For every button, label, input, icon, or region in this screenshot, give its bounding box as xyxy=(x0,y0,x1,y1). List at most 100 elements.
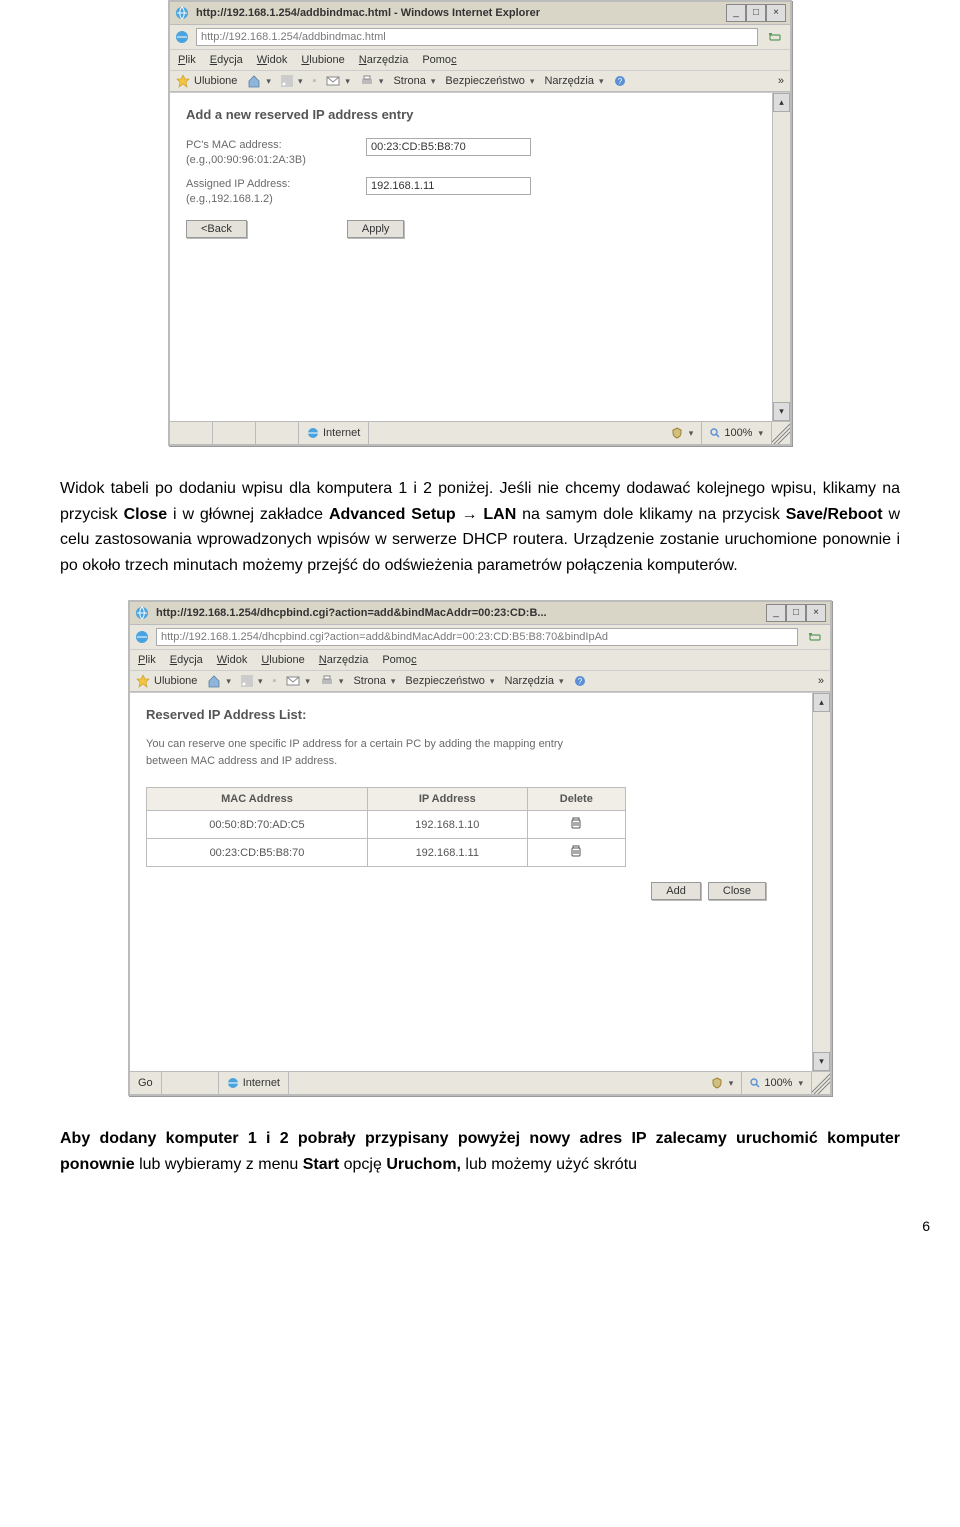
window-title: http://192.168.1.254/addbindmac.html - W… xyxy=(196,7,720,19)
cell-ip: 192.168.1.10 xyxy=(367,811,527,839)
page-number: 6 xyxy=(30,1218,930,1234)
help-button[interactable]: ? xyxy=(614,75,626,87)
tools-menu[interactable]: Narzędzia▾ xyxy=(544,75,603,87)
list-heading: Reserved IP Address List: xyxy=(146,707,796,722)
address-bar-row: http://192.168.1.254/addbindmac.html xyxy=(170,25,790,50)
ie-logo-icon xyxy=(134,605,150,621)
ie-logo-icon xyxy=(174,5,190,21)
zoom-control[interactable]: 100%▾ xyxy=(742,1072,812,1094)
print-button[interactable]: ▾ xyxy=(360,75,384,87)
ie-window-reserved-list: http://192.168.1.254/dhcpbind.cgi?action… xyxy=(128,600,832,1096)
menu-pomoc[interactable]: Pomoc xyxy=(422,54,456,66)
page-menu[interactable]: Strona▾ xyxy=(393,75,435,87)
close-window-button[interactable]: × xyxy=(806,604,826,622)
delete-row-button[interactable] xyxy=(569,849,583,861)
ip-label: Assigned IP Address: (e.g.,192.168.1.2) xyxy=(186,177,366,208)
vertical-scrollbar[interactable]: ▴ ▾ xyxy=(812,693,830,1071)
security-menu[interactable]: Bezpieczeństwo▾ xyxy=(405,675,494,687)
menu-narzedzia[interactable]: Narzędzia xyxy=(359,54,409,66)
minimize-button[interactable]: _ xyxy=(766,604,786,622)
tools-menu[interactable]: Narzędzia▾ xyxy=(504,675,563,687)
svg-text:?: ? xyxy=(617,77,622,86)
col-mac: MAC Address xyxy=(147,788,368,811)
help-button[interactable]: ? xyxy=(574,675,586,687)
document-paragraph-2: Aby dodany komputer 1 i 2 pobrały przypi… xyxy=(60,1126,900,1177)
titlebar[interactable]: http://192.168.1.254/addbindmac.html - W… xyxy=(170,2,790,25)
maximize-button[interactable]: □ xyxy=(786,604,806,622)
resize-grip[interactable] xyxy=(812,1072,830,1094)
toolbar-overflow[interactable]: » xyxy=(818,675,824,687)
menu-edycja[interactable]: Edycja xyxy=(170,654,203,666)
document-paragraph-1: Widok tabeli po dodaniu wpisu dla komput… xyxy=(60,476,900,578)
home-button[interactable]: ▾ xyxy=(207,674,231,688)
mac-input[interactable]: 00:23:CD:B5:B8:70 xyxy=(366,138,531,156)
minimize-button[interactable]: _ xyxy=(726,4,746,22)
protected-mode-icon[interactable]: ▾ xyxy=(663,422,703,444)
mail-button[interactable]: ▾ xyxy=(286,675,310,687)
menu-ulubione[interactable]: Ulubione xyxy=(301,54,344,66)
scroll-up-icon[interactable]: ▴ xyxy=(773,93,790,112)
feeds-button[interactable]: ▾ xyxy=(281,75,303,87)
vertical-scrollbar[interactable]: ▴ ▾ xyxy=(772,93,790,421)
status-bar: Go Internet ▾ 100%▾ xyxy=(130,1071,830,1094)
menu-widok[interactable]: Widok xyxy=(257,54,288,66)
address-input[interactable]: http://192.168.1.254/dhcpbind.cgi?action… xyxy=(156,628,798,646)
apply-button[interactable]: Apply xyxy=(347,220,405,238)
col-delete: Delete xyxy=(527,788,625,811)
security-menu[interactable]: Bezpieczeństwo▾ xyxy=(445,75,534,87)
content-area: Reserved IP Address List: You can reserv… xyxy=(130,693,812,1071)
svg-text:?: ? xyxy=(577,677,582,686)
status-bar: Internet ▾ 100%▾ xyxy=(170,421,790,444)
ip-input[interactable]: 192.168.1.11 xyxy=(366,177,531,195)
menu-edycja[interactable]: Edycja xyxy=(210,54,243,66)
favorites-label: Ulubione xyxy=(194,75,237,87)
toolbar: Ulubione ▾ ▾ ▪ ▾ ▾ Strona▾ Bezpieczeństw… xyxy=(170,71,790,92)
cell-mac: 00:50:8D:70:AD:C5 xyxy=(147,811,368,839)
add-button[interactable]: Add xyxy=(651,882,701,900)
resize-grip[interactable] xyxy=(772,422,790,444)
home-button[interactable]: ▾ xyxy=(247,74,271,88)
page-icon xyxy=(134,629,150,645)
protected-mode-icon[interactable]: ▾ xyxy=(703,1072,743,1094)
menu-plik[interactable]: Plik xyxy=(178,54,196,66)
mac-label: PC's MAC address: (e.g.,00:90:96:01:2A:3… xyxy=(186,138,366,169)
close-button[interactable]: Close xyxy=(708,882,766,900)
feeds-button[interactable]: ▾ xyxy=(241,675,263,687)
menu-narzedzia[interactable]: Narzędzia xyxy=(319,654,369,666)
zoom-control[interactable]: 100%▾ xyxy=(702,422,772,444)
close-window-button[interactable]: × xyxy=(766,4,786,22)
compat-view-icon[interactable] xyxy=(764,27,786,47)
cell-mac: 00:23:CD:B5:B8:70 xyxy=(147,839,368,867)
favorites-button[interactable]: Ulubione xyxy=(176,74,237,88)
table-header-row: MAC Address IP Address Delete xyxy=(147,788,626,811)
menu-widok[interactable]: Widok xyxy=(217,654,248,666)
table-row: 00:50:8D:70:AD:C5 192.168.1.10 xyxy=(147,811,626,839)
menu-bar: Plik Edycja Widok Ulubione Narzędzia Pom… xyxy=(170,50,790,71)
titlebar[interactable]: http://192.168.1.254/dhcpbind.cgi?action… xyxy=(130,602,830,625)
status-text: Go xyxy=(130,1077,161,1089)
scroll-up-icon[interactable]: ▴ xyxy=(813,693,830,712)
scroll-down-icon[interactable]: ▾ xyxy=(813,1052,830,1071)
section-heading: Add a new reserved IP address entry xyxy=(186,107,756,122)
toolbar-overflow[interactable]: » xyxy=(778,75,784,87)
content-area: Add a new reserved IP address entry PC's… xyxy=(170,93,772,421)
menu-pomoc[interactable]: Pomoc xyxy=(382,654,416,666)
compat-view-icon[interactable] xyxy=(804,627,826,647)
print-button[interactable]: ▾ xyxy=(320,675,344,687)
menu-plik[interactable]: Plik xyxy=(138,654,156,666)
address-bar-row: http://192.168.1.254/dhcpbind.cgi?action… xyxy=(130,625,830,650)
menu-ulubione[interactable]: Ulubione xyxy=(261,654,304,666)
mail-button[interactable]: ▾ xyxy=(326,75,350,87)
delete-row-button[interactable] xyxy=(569,821,583,833)
zone-indicator: Internet xyxy=(219,1072,289,1094)
back-button[interactable]: <Back xyxy=(186,220,247,238)
maximize-button[interactable]: □ xyxy=(746,4,766,22)
menu-bar: Plik Edycja Widok Ulubione Narzędzia Pom… xyxy=(130,650,830,671)
window-title: http://192.168.1.254/dhcpbind.cgi?action… xyxy=(156,607,760,619)
address-input[interactable]: http://192.168.1.254/addbindmac.html xyxy=(196,28,758,46)
page-menu[interactable]: Strona▾ xyxy=(353,675,395,687)
favorites-button[interactable]: Ulubione xyxy=(136,674,197,688)
scroll-down-icon[interactable]: ▾ xyxy=(773,402,790,421)
list-description: You can reserve one specific IP address … xyxy=(146,736,796,769)
ie-window-add-entry: http://192.168.1.254/addbindmac.html - W… xyxy=(168,0,792,446)
